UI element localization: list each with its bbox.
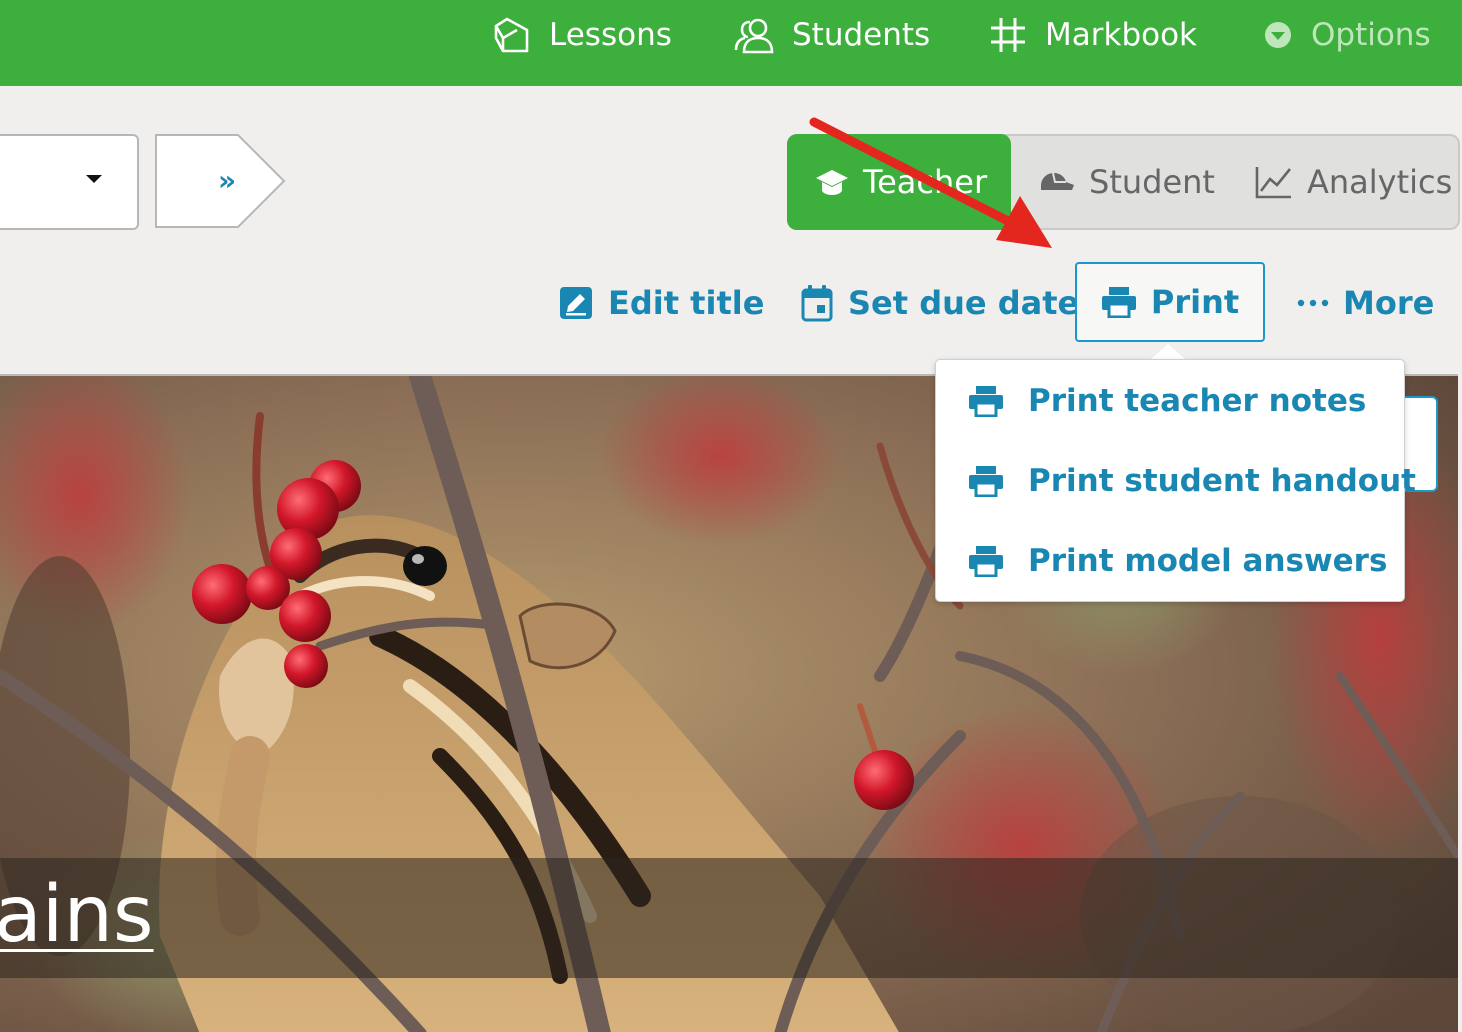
edit-icon	[560, 287, 592, 319]
more-button[interactable]: More	[1297, 282, 1434, 324]
print-button[interactable]: Print	[1075, 262, 1265, 342]
nav-markbook[interactable]: Markbook	[989, 0, 1197, 70]
tab-student-label: Student	[1089, 163, 1215, 201]
chevron-circle-down-icon	[1265, 22, 1291, 48]
ellipsis-icon	[1297, 299, 1329, 307]
printer-icon	[969, 386, 1003, 417]
menu-item-print-model-answers[interactable]: Print model answers	[968, 541, 1387, 581]
line-chart-icon	[1255, 167, 1292, 199]
nav-options-label: Options	[1311, 17, 1431, 53]
tab-analytics[interactable]: Analytics	[1255, 136, 1452, 228]
tab-teacher-label: Teacher	[863, 163, 988, 201]
graduation-cap-icon	[816, 170, 848, 195]
printer-icon	[969, 466, 1003, 497]
print-label: Print	[1150, 283, 1240, 321]
tab-student[interactable]: Student	[1039, 136, 1215, 228]
edit-title-button[interactable]: Edit title	[558, 282, 764, 324]
lesson-title-link[interactable]: ains	[0, 870, 154, 960]
print-menu: Print teacher notes Print student handou…	[935, 359, 1416, 602]
menu-item-label: Print teacher notes	[1028, 383, 1367, 419]
menu-item-label: Print model answers	[1028, 543, 1388, 579]
printer-icon	[1101, 287, 1136, 318]
menu-item-print-student-handout[interactable]: Print student handout	[968, 461, 1416, 501]
calendar-icon	[801, 285, 833, 322]
caret-down-icon	[86, 175, 102, 183]
menu-item-print-teacher-notes[interactable]: Print teacher notes	[968, 381, 1366, 421]
tab-analytics-label: Analytics	[1307, 163, 1453, 201]
top-navigation-bar: Lessons Students Markbook Options	[0, 0, 1462, 86]
dropdown-pointer	[1150, 344, 1186, 360]
nav-students[interactable]: Students	[734, 0, 930, 70]
nav-lessons[interactable]: Lessons	[493, 0, 672, 70]
hash-grid-icon	[991, 18, 1025, 52]
lesson-select[interactable]	[0, 134, 139, 230]
next-chevron-icon: »	[218, 164, 237, 197]
nav-lessons-label: Lessons	[549, 17, 672, 53]
tab-teacher[interactable]: Teacher	[787, 134, 1011, 230]
more-label: More	[1343, 284, 1435, 322]
nav-markbook-label: Markbook	[1045, 17, 1198, 53]
view-toggle: Teacher Student Analytics	[787, 134, 1460, 230]
lessons-icon	[494, 17, 529, 53]
menu-item-label: Print student handout	[1028, 463, 1416, 499]
printer-icon	[969, 546, 1003, 577]
set-due-date-button[interactable]: Set due date	[800, 282, 1079, 324]
edit-title-label: Edit title	[608, 284, 765, 322]
student-cap-icon	[1041, 172, 1074, 190]
students-icon	[734, 18, 774, 54]
nav-students-label: Students	[792, 17, 931, 53]
nav-options[interactable]: Options	[1263, 0, 1431, 70]
set-due-date-label: Set due date	[848, 284, 1080, 322]
